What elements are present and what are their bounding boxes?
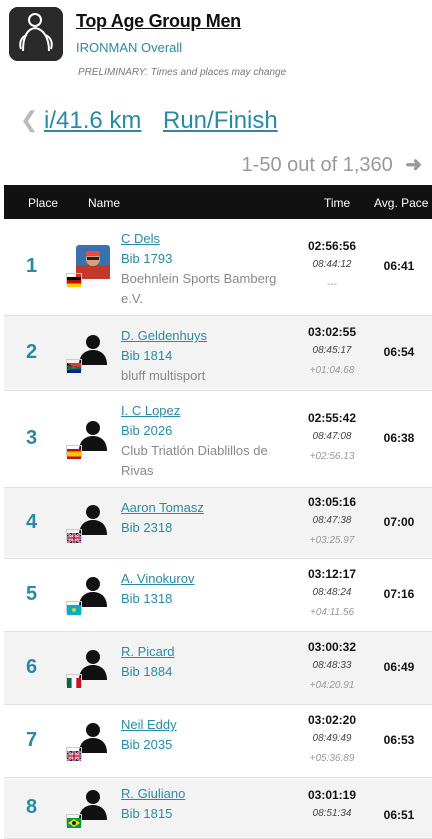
race-subtitle: IRONMAN Overall (76, 40, 183, 55)
column-header-pace[interactable]: Avg. Pace (374, 196, 428, 210)
table-row[interactable]: 1 C Dels Bib 1793 Boehnlein Sports Bamberg e… (4, 219, 432, 316)
bib-number: Bib 1884 (121, 664, 173, 679)
place-number: 7 (26, 729, 38, 751)
app-logo-icon (9, 7, 63, 61)
club-name-line-1: Boehnlein Sports Bamberg (121, 271, 277, 286)
preliminary-notice: PRELIMINARY: Times and places may change (78, 67, 287, 78)
pagination: 1-50 out of 1,360 ➜ (242, 152, 422, 180)
uk-flag-icon (66, 747, 82, 762)
bib-number: Bib 1814 (121, 348, 173, 363)
bib-number: Bib 2318 (121, 520, 173, 535)
split-time: 03:12:17 (307, 567, 357, 581)
avg-pace: 06:51 (383, 808, 415, 822)
bib-number: Bib 1318 (121, 591, 173, 606)
avg-pace: 06:54 (383, 345, 415, 359)
race-time: 08:48:24 (312, 587, 352, 598)
brazil-flag-icon (66, 814, 82, 828)
race-time: 08:44:12 (312, 259, 352, 270)
avg-pace: 06:49 (383, 660, 415, 674)
page-title: Top Age Group Men (76, 11, 241, 31)
athlete-name-link[interactable]: D. Geldenhuys (121, 328, 207, 343)
table-row[interactable]: 8 R. Giuliano Bib 1815 03:01:19 08:51:34 06:5… (4, 778, 432, 839)
place-number: 6 (26, 656, 38, 678)
spain-flag-icon (66, 445, 82, 459)
place-number: 2 (26, 341, 38, 363)
kazakhstan-flag-icon (66, 601, 82, 615)
avg-pace: 06:38 (383, 431, 415, 445)
athlete-name-link[interactable]: C Dels (121, 231, 160, 246)
column-header-name[interactable]: Name (88, 196, 120, 210)
table-row[interactable]: 6 R. Picard Bib 1884 03:00:32 08:48:33 +04:20… (4, 632, 432, 705)
split-time: 02:56:56 (307, 239, 357, 253)
time-gap: +03:25.97 (309, 535, 355, 546)
split-time: 02:55:42 (307, 411, 357, 425)
avg-pace: 07:16 (383, 587, 415, 601)
table-row[interactable]: 4 Aaron Tomasz Bib 2318 03:05:16 08:47:38 +03… (4, 488, 432, 559)
pagination-text: 1-50 out of 1,360 (241, 154, 393, 176)
athlete-name-link[interactable]: Aaron Tomasz (121, 500, 204, 515)
race-time: 08:47:38 (312, 515, 352, 526)
time-gap: +02:56.13 (309, 451, 355, 462)
table-row[interactable]: 5 A. Vinokurov Bib 1318 03:12:17 08:48:24 +04… (4, 559, 432, 632)
race-time: 08:45:17 (312, 345, 352, 356)
time-gap: +04:11.56 (309, 607, 355, 618)
race-time: 08:49:49 (312, 733, 352, 744)
race-time: 08:48:33 (312, 660, 352, 671)
club-name-line-1: Club Triatlón Diablillos de (121, 443, 268, 458)
next-page-icon[interactable]: ➜ (405, 154, 422, 176)
avg-pace: 07:00 (383, 515, 415, 529)
split-time: 03:02:55 (307, 325, 357, 339)
table-body: 1 C Dels Bib 1793 Boehnlein Sports Bamberg e… (4, 219, 432, 839)
race-time: 08:47:08 (312, 431, 352, 442)
split-time: 03:01:19 (307, 788, 357, 802)
bib-number: Bib 1793 (121, 251, 173, 266)
split-time: 03:00:32 (307, 640, 357, 654)
table-row[interactable]: 2 D. Geldenhuys Bib 1814 bluff multisport 03… (4, 316, 432, 391)
time-gap: +04:20.91 (309, 680, 355, 691)
bib-number: Bib 1815 (121, 806, 173, 821)
bib-number: Bib 2035 (121, 737, 173, 752)
place-number: 8 (26, 796, 38, 818)
time-gap: +01:04.68 (309, 365, 355, 376)
split-distance-link[interactable]: i/41.6 km (44, 107, 141, 135)
split-label-link[interactable]: Run/Finish (163, 107, 278, 135)
bib-number: Bib 2026 (121, 423, 173, 438)
column-header-place[interactable]: Place (28, 196, 58, 210)
mexico-flag-icon (66, 674, 82, 688)
time-gap: +05:36.89 (309, 753, 355, 764)
club-name-line-1: bluff multisport (121, 368, 206, 383)
athlete-name-link[interactable]: A. Vinokurov (121, 571, 194, 586)
athlete-name-link[interactable]: R. Giuliano (121, 786, 185, 801)
south-africa-flag-icon (66, 359, 82, 373)
split-time: 03:05:16 (307, 495, 357, 509)
athlete-name-link[interactable]: I. C Lopez (121, 403, 180, 418)
race-time: 08:51:34 (312, 808, 352, 819)
athlete-name-link[interactable]: Neil Eddy (121, 717, 177, 732)
place-number: 5 (26, 583, 38, 605)
club-name-line-2: Rivas (121, 463, 154, 478)
results-table: Place Name Time Avg. Pace 1 C Dels Bib 179… (4, 185, 432, 839)
place-number: 1 (26, 255, 38, 277)
place-number: 3 (26, 427, 38, 449)
page-header: Top Age Group Men IRONMAN Overall PRELIM… (0, 0, 432, 90)
table-row[interactable]: 7 Neil Eddy Bib 2035 03:02:20 08:49:49 +05:36… (4, 705, 432, 778)
place-number: 4 (26, 511, 38, 533)
avg-pace: 06:41 (383, 259, 415, 273)
time-gap: --- (327, 279, 337, 290)
athlete-name-link[interactable]: R. Picard (121, 644, 174, 659)
table-row[interactable]: 3 I. C Lopez Bib 2026 Club Triatlón Diablil… (4, 391, 432, 488)
table-header: Place Name Time Avg. Pace (4, 185, 432, 219)
split-navigation: ❮ i/41.6 km Run/Finish (0, 103, 432, 143)
uk-flag-icon (66, 529, 82, 544)
germany-flag-icon (66, 273, 82, 287)
split-time: 03:02:20 (307, 713, 357, 727)
previous-split-icon[interactable]: ❮ (20, 107, 38, 133)
column-header-time[interactable]: Time (324, 196, 350, 210)
avg-pace: 06:53 (383, 733, 415, 747)
club-name-line-2: e.V. (121, 291, 143, 306)
